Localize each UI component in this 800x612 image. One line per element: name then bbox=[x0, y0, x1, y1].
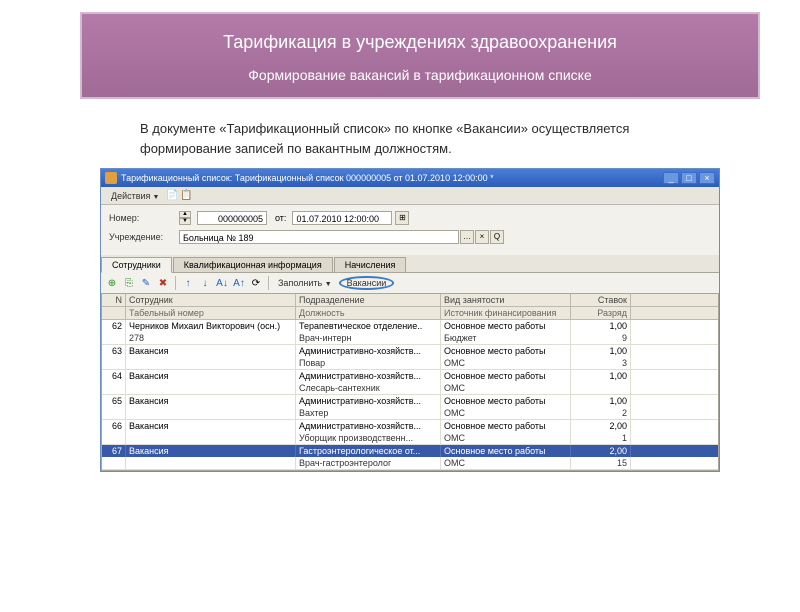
table-row[interactable]: 62Черников Михаил Викторович (осн.)Терап… bbox=[102, 320, 718, 345]
menu-toolbar: Действия▼ 📄 📋 bbox=[101, 187, 719, 205]
minimize-button[interactable]: _ bbox=[663, 172, 679, 184]
col-n[interactable]: N bbox=[102, 294, 126, 306]
actions-menu[interactable]: Действия▼ bbox=[105, 190, 165, 202]
col-tabnumber: Табельный номер bbox=[126, 307, 296, 319]
grid-subheader-row: Табельный номер Должность Источник финан… bbox=[102, 307, 718, 320]
fill-button[interactable]: Заполнить ▼ bbox=[274, 277, 336, 289]
col-grade: Разряд bbox=[571, 307, 631, 319]
copy-row-icon[interactable]: ⎘ bbox=[122, 276, 136, 290]
number-label: Номер: bbox=[109, 213, 179, 223]
col-position: Должность bbox=[296, 307, 441, 319]
col-rate[interactable]: Ставок bbox=[571, 294, 631, 306]
slide-title: Тарификация в учреждениях здравоохранени… bbox=[112, 32, 728, 53]
tab-bar: Сотрудники Квалификационная информация Н… bbox=[101, 255, 719, 273]
slide-header: Тарификация в учреждениях здравоохранени… bbox=[80, 12, 760, 99]
table-row[interactable]: 66ВакансияАдминистративно-хозяйств...Осн… bbox=[102, 420, 718, 445]
slide-body-text: В документе «Тарификационный список» по … bbox=[140, 119, 720, 158]
delete-row-icon[interactable]: ✖ bbox=[156, 276, 170, 290]
open-button[interactable]: Q bbox=[490, 230, 504, 244]
sort-asc-icon[interactable]: A↓ bbox=[215, 276, 229, 290]
grid-toolbar: ⊕ ⎘ ✎ ✖ ↑ ↓ A↓ A↑ ⟳ Заполнить ▼ Вакансии bbox=[101, 273, 719, 293]
col-employee[interactable]: Сотрудник bbox=[126, 294, 296, 306]
grid-header-row: N Сотрудник Подразделение Вид занятости … bbox=[102, 294, 718, 307]
table-row[interactable]: 67ВакансияГастроэнтерологическое от...Ос… bbox=[102, 445, 718, 470]
sort-desc-icon[interactable]: A↑ bbox=[232, 276, 246, 290]
date-field[interactable]: 01.07.2010 12:00:00 bbox=[292, 211, 392, 225]
from-label: от: bbox=[275, 213, 286, 223]
refresh-icon[interactable]: ⟳ bbox=[249, 276, 263, 290]
actions-menu-label: Действия bbox=[111, 191, 150, 201]
window-titlebar[interactable]: Тарификационный список: Тарификационный … bbox=[101, 169, 719, 187]
move-down-icon[interactable]: ↓ bbox=[198, 276, 212, 290]
org-label: Учреждение: bbox=[109, 232, 179, 242]
table-row[interactable]: 64ВакансияАдминистративно-хозяйств...Осн… bbox=[102, 370, 718, 395]
form-header: Номер: ▲▼ 000000005 от: 01.07.2010 12:00… bbox=[101, 205, 719, 255]
org-field[interactable]: Больница № 189 bbox=[179, 230, 459, 244]
col-employment[interactable]: Вид занятости bbox=[441, 294, 571, 306]
tab-employees[interactable]: Сотрудники bbox=[101, 257, 172, 273]
maximize-button[interactable]: □ bbox=[681, 172, 697, 184]
chevron-down-icon: ▼ bbox=[152, 194, 159, 201]
chevron-down-icon: ▼ bbox=[325, 281, 332, 288]
table-row[interactable]: 65ВакансияАдминистративно-хозяйств...Осн… bbox=[102, 395, 718, 420]
vacancies-button[interactable]: Вакансии bbox=[339, 276, 395, 290]
col-department[interactable]: Подразделение bbox=[296, 294, 441, 306]
grid-body: 62Черников Михаил Викторович (осн.)Терап… bbox=[102, 320, 718, 470]
toolbar-icon-1[interactable]: 📄 bbox=[165, 189, 179, 203]
app-window: Тарификационный список: Тарификационный … bbox=[100, 168, 720, 472]
edit-row-icon[interactable]: ✎ bbox=[139, 276, 153, 290]
clear-button[interactable]: × bbox=[475, 230, 489, 244]
calendar-icon[interactable]: ⊞ bbox=[395, 211, 409, 225]
move-up-icon[interactable]: ↑ bbox=[181, 276, 195, 290]
col-funding: Источник финансирования bbox=[441, 307, 571, 319]
close-button[interactable]: × bbox=[699, 172, 715, 184]
number-stepper[interactable]: ▲▼ bbox=[179, 211, 191, 225]
slide-subtitle: Формирование вакансий в тарификационном … bbox=[112, 67, 728, 83]
window-title: Тарификационный список: Тарификационный … bbox=[121, 173, 663, 183]
tab-qualification[interactable]: Квалификационная информация bbox=[173, 257, 333, 272]
number-field[interactable]: 000000005 bbox=[197, 211, 267, 225]
select-button[interactable]: … bbox=[460, 230, 474, 244]
app-icon bbox=[105, 172, 117, 184]
add-row-icon[interactable]: ⊕ bbox=[105, 276, 119, 290]
table-row[interactable]: 63ВакансияАдминистративно-хозяйств...Осн… bbox=[102, 345, 718, 370]
employees-grid: N Сотрудник Подразделение Вид занятости … bbox=[101, 293, 719, 471]
toolbar-icon-2[interactable]: 📋 bbox=[179, 189, 193, 203]
tab-accruals[interactable]: Начисления bbox=[334, 257, 407, 272]
